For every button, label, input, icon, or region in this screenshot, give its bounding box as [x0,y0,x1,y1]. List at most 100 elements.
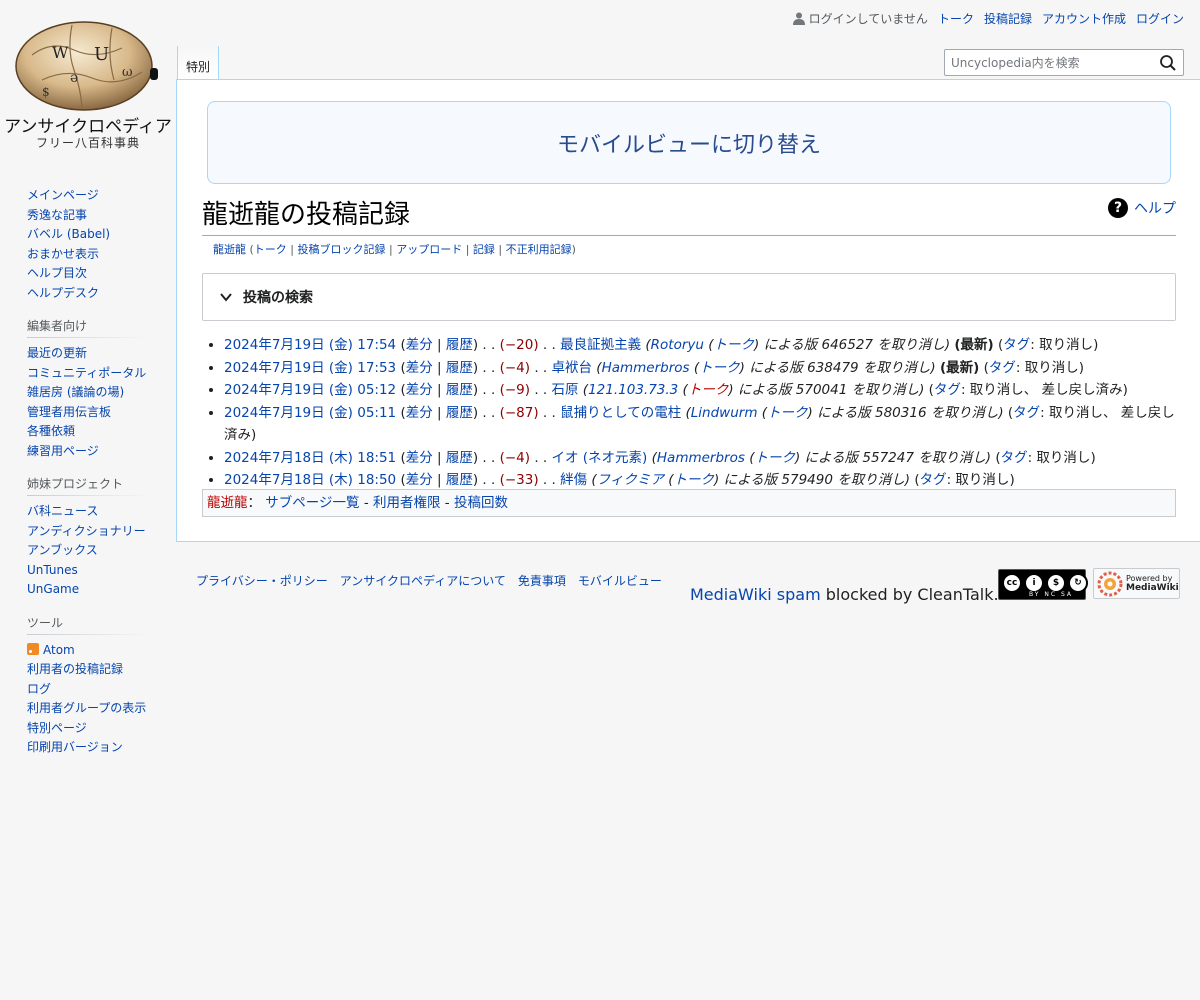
entry-diff-link[interactable]: 差分 [406,337,433,353]
entry-history-link[interactable]: 履歴 [446,450,473,466]
entry-history-link[interactable]: 履歴 [446,382,473,398]
nav-random[interactable]: おまかせ表示 [27,247,99,261]
entry-undo-talk-link[interactable]: トーク [754,450,795,466]
mediawiki-spam-link[interactable]: MediaWiki spam [690,585,821,604]
nav-community-portal[interactable]: コミュニティポータル [27,366,146,380]
entry-diff-link[interactable]: 差分 [406,360,433,376]
nav-untunes[interactable]: UnTunes [27,563,78,577]
nav-recent-changes[interactable]: 最近の更新 [27,346,87,360]
anon-contributions-link[interactable]: 投稿記録 [984,10,1032,27]
nav-requests[interactable]: 各種依頼 [27,424,75,438]
help-link[interactable]: ? ヘルプ [1108,198,1176,218]
nav-village-pump[interactable]: 雑居房 (議論の場) [27,385,124,399]
entry-page-link[interactable]: 鼠捕りとしての電柱 [560,405,681,421]
nav-special-pages[interactable]: 特別ページ [27,721,87,735]
nav-sandbox[interactable]: 練習用ページ [27,444,99,458]
cc-by-icon: i [1024,573,1044,593]
entry-diff-link[interactable]: 差分 [406,382,433,398]
mediawiki-label: MediaWiki [1126,583,1179,593]
entry-undo-talk-link[interactable]: トーク [688,382,729,398]
entry-tags-link[interactable]: タグ [934,382,961,398]
entry-history-link[interactable]: 履歴 [446,337,473,353]
subtitle-abuse-log-link[interactable]: 不正利用記録 [506,243,572,256]
nav-printable[interactable]: 印刷用バージョン [27,740,123,754]
toollinks-user-link[interactable]: 龍逝龍 [207,495,248,511]
nav-atom[interactable]: Atom [43,643,75,657]
toollinks-subpages-link[interactable]: サブページ一覧 [265,495,359,511]
entry-undo-user-link[interactable]: Hammerbros [602,360,690,376]
entry-date-link[interactable]: 2024年7月18日 (木) 18:51 [224,450,396,466]
powered-by-mediawiki-badge[interactable]: Powered by MediaWiki [1093,568,1180,599]
nav-help-desk[interactable]: ヘルプデスク [27,286,99,300]
entry-undo-talk-link[interactable]: トーク [699,360,740,376]
entry-undo-talk-link[interactable]: トーク [714,337,755,353]
entry-tags-link[interactable]: タグ [920,472,947,488]
nav-logs[interactable]: ログ [27,682,51,696]
entry-tags-link[interactable]: タグ [1013,405,1040,421]
toollinks-rights-link[interactable]: 利用者権限 [373,495,441,511]
nav-user-contribs[interactable]: 利用者の投稿記録 [27,662,123,676]
entry-tags-link[interactable]: タグ [1003,337,1030,353]
entry-page-link[interactable]: 卓袱台 [552,360,593,376]
footer-mobile-link[interactable]: モバイルビュー [578,572,662,589]
entry-date-link[interactable]: 2024年7月19日 (金) 05:12 [224,382,396,398]
entry-date-link[interactable]: 2024年7月19日 (金) 05:11 [224,405,396,421]
nav-featured[interactable]: 秀逸な記事 [27,208,87,222]
entry-page-link[interactable]: 絆傷 [560,472,587,488]
nav-admin-noticeboard[interactable]: 管理者用伝言板 [27,405,111,419]
subtitle-block-log-link[interactable]: 投稿ブロック記録 [298,243,386,256]
footer-about-link[interactable]: アンサイクロペディアについて [340,572,506,589]
create-account-link[interactable]: アカウント作成 [1042,10,1126,27]
entry-history-link[interactable]: 履歴 [446,360,473,376]
anon-talk-link[interactable]: トーク [938,10,974,27]
subtitle-user-link[interactable]: 龍逝龍 [213,243,246,256]
cc-license-badge[interactable]: cc i $ ↻ BY NC SA [998,569,1088,600]
entry-undo-user-link[interactable]: Lindwurm [691,405,758,421]
subtitle-talk-link[interactable]: トーク [254,243,287,256]
entry-history-link[interactable]: 履歴 [446,405,473,421]
footer-disclaimer-link[interactable]: 免責事項 [518,572,566,589]
entry-undo-user-link[interactable]: Hammerbros [657,450,745,466]
footer-privacy-link[interactable]: プライバシー・ポリシー [196,572,328,589]
nav-bakanews[interactable]: バ科ニュース [27,504,98,518]
entry-tags: : 取り消し [1015,359,1079,376]
entry-page-link[interactable]: 石原 [552,382,579,398]
entry-undo-user-link[interactable]: フィクミア [597,472,664,488]
subtitle-logs-link[interactable]: 記録 [473,243,495,256]
entry-date-link[interactable]: 2024年7月18日 (木) 18:50 [224,472,396,488]
entry-undo-user-link[interactable]: Rotoryu [651,337,704,353]
entry-diff-link[interactable]: 差分 [406,472,433,488]
mobile-view-banner[interactable]: モバイルビューに切り替え [207,101,1171,184]
nav-main-page[interactable]: メインページ [27,188,99,202]
nav-babel[interactable]: バベル (Babel) [27,227,110,241]
nav-user-groups[interactable]: 利用者グループの表示 [27,701,146,715]
entry-undo-talk-link[interactable]: トーク [673,472,714,488]
entry-tags-link[interactable]: タグ [989,360,1016,376]
entry-diff-link[interactable]: 差分 [406,405,433,421]
entry-date-link[interactable]: 2024年7月19日 (金) 17:54 [224,337,396,353]
anon-user-status: ログインしていません [792,10,928,27]
entry-page-link[interactable]: イオ (ネオ元素) [552,450,648,466]
subtitle-upload-link[interactable]: アップロード [396,243,462,256]
login-link[interactable]: ログイン [1136,10,1184,27]
entry-tags-link[interactable]: タグ [1001,450,1028,466]
portal-editors-heading: 編集者向け [27,317,149,338]
toollinks-editcount-link[interactable]: 投稿回数 [454,495,508,511]
entry-diff-link[interactable]: 差分 [406,450,433,466]
nav-unbooks[interactable]: アンブックス [27,543,98,557]
contributions-search-toggle[interactable]: 投稿の検索 [202,273,1176,321]
entry-size-change: (−4) [499,449,531,466]
site-logo[interactable]: W U ə ω $ アンサイクロペディア フリー八百科事典 [0,0,176,160]
entry-page-link[interactable]: 最良証拠主義 [560,337,641,353]
entry-undo-user-link[interactable]: 121.103.73.3 [588,382,678,398]
entry-history-link[interactable]: 履歴 [446,472,473,488]
search-input[interactable] [945,50,1145,75]
entry-date-link[interactable]: 2024年7月19日 (金) 17:53 [224,360,396,376]
nav-help-contents[interactable]: ヘルプ目次 [27,266,87,280]
nav-ungame[interactable]: UnGame [27,582,79,596]
tab-special[interactable]: 特別 [177,46,219,80]
portal-editors: 編集者向け 最近の更新 コミュニティポータル 雑居房 (議論の場) 管理者用伝言… [27,317,149,461]
search-icon[interactable] [1159,54,1177,72]
nav-undictionary[interactable]: アンディクショナリー [27,524,146,538]
entry-undo-talk-link[interactable]: トーク [767,405,808,421]
